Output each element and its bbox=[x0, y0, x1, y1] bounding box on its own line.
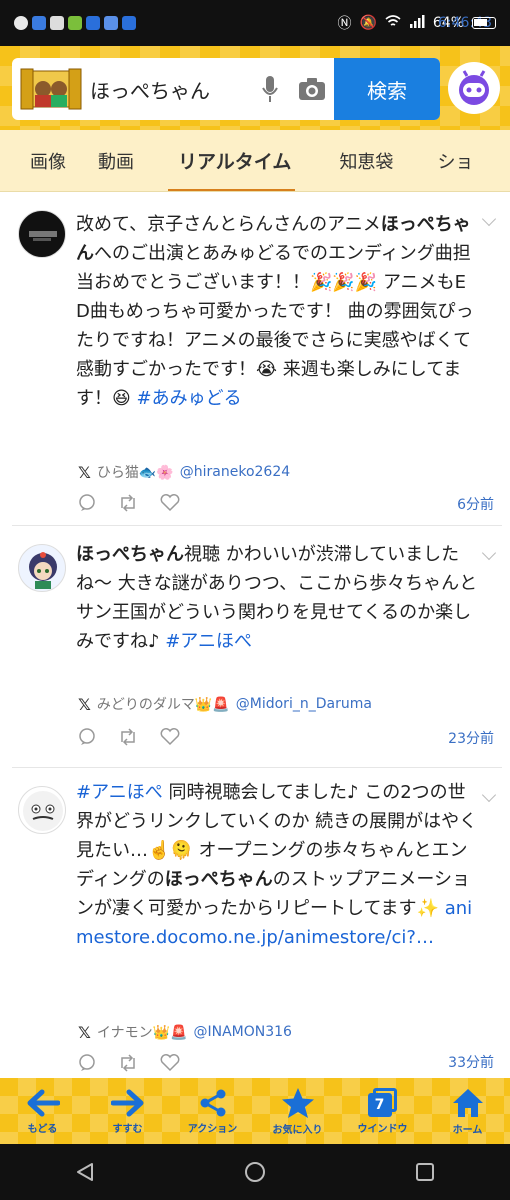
mute-icon: 🔕 bbox=[359, 15, 377, 31]
post-text: 改めて、京子さんとらんさんのアニメ bbox=[76, 214, 381, 235]
signal-icon bbox=[409, 14, 425, 32]
reply-icon[interactable] bbox=[78, 1054, 96, 1072]
chevron-down-icon[interactable] bbox=[481, 211, 497, 227]
system-nav-bar bbox=[0, 1144, 510, 1200]
tab-videos[interactable]: 動画 bbox=[80, 130, 148, 191]
hashtag-link[interactable]: #あみゅどる bbox=[137, 388, 242, 409]
x-logo-icon: 𝕏 bbox=[78, 694, 91, 714]
notification-icon bbox=[50, 16, 64, 30]
notification-icon bbox=[14, 16, 28, 30]
back-label: もどる bbox=[27, 1123, 58, 1135]
notification-icons bbox=[14, 16, 136, 30]
retweet-icon[interactable] bbox=[118, 494, 138, 512]
arrow-right-icon bbox=[110, 1089, 143, 1116]
reply-icon[interactable] bbox=[78, 728, 96, 746]
share-icon bbox=[200, 1089, 225, 1116]
post-item[interactable]: 改めて、京子さんとらんさんのアニメほっぺちゃんへのご出演とあみゅどるでのエンディ… bbox=[12, 192, 502, 526]
avatar[interactable] bbox=[18, 544, 66, 592]
action-button[interactable]: アクション bbox=[178, 1088, 248, 1135]
author-handle[interactable]: @INAMON316 bbox=[193, 1024, 291, 1040]
post-body: #アニほぺ 同時視聴会してました♪ この2つの世界がどうリンクしていくのか 続き… bbox=[76, 778, 478, 952]
search-input[interactable] bbox=[90, 77, 250, 101]
highlight-keyword: ほっぺちゃん bbox=[164, 869, 273, 890]
action-label: アクション bbox=[187, 1123, 238, 1135]
post-actions bbox=[78, 728, 180, 746]
notification-icon bbox=[122, 16, 136, 30]
tab-shopping[interactable]: ショ bbox=[407, 130, 487, 191]
wifi-icon bbox=[385, 14, 401, 32]
post-source[interactable]: 𝕏 ひら猫🐟🌸 @hiraneko2624 bbox=[78, 462, 290, 482]
like-icon[interactable] bbox=[160, 1054, 180, 1072]
post-time: 23分前 bbox=[448, 731, 494, 747]
notification-icon bbox=[86, 16, 100, 30]
post-actions bbox=[78, 494, 180, 512]
battery-icon bbox=[472, 17, 496, 29]
search-button[interactable]: 検索 bbox=[334, 58, 440, 120]
status-bar: 6:46:43 Ⓝ 🔕 64% bbox=[0, 0, 510, 46]
post-source[interactable]: 𝕏 みどりのダルマ👑🚨 @Midori_n_Daruma bbox=[78, 694, 372, 714]
tab-chiebukuro[interactable]: 知恵袋 bbox=[315, 130, 407, 191]
author-handle[interactable]: @hiraneko2624 bbox=[180, 464, 290, 480]
highlight-keyword: ほっぺちゃん bbox=[76, 544, 184, 565]
notification-icon bbox=[104, 16, 118, 30]
window-count: 7 bbox=[367, 1092, 392, 1117]
tab-bar: 画像 動画 リアルタイム 知恵袋 ショ bbox=[0, 130, 510, 192]
home-button[interactable]: ホーム bbox=[433, 1087, 503, 1136]
nav-recents-icon[interactable] bbox=[414, 1161, 436, 1183]
post-body: ほっぺちゃん視聴 かわいいが渋滞していましたね〜 大きな謎がありつつ、ここから歩… bbox=[76, 540, 478, 656]
like-icon[interactable] bbox=[160, 494, 180, 512]
author-name: みどりのダルマ👑🚨 bbox=[96, 697, 230, 713]
window-button[interactable]: 7 ウインドウ bbox=[348, 1087, 418, 1135]
post-time: 6分前 bbox=[457, 497, 494, 513]
post-item[interactable]: #アニほぺ 同時視聴会してました♪ この2つの世界がどうリンクしていくのか 続き… bbox=[12, 768, 502, 1078]
favorite-label: お気に入り bbox=[272, 1124, 323, 1136]
bottom-toolbar: もどる すすむ アクション お気に入り 7 ウインドウ ホーム bbox=[0, 1078, 510, 1144]
nfc-icon: Ⓝ bbox=[337, 16, 352, 32]
tab-images[interactable]: 画像 bbox=[0, 130, 80, 191]
x-logo-icon: 𝕏 bbox=[78, 462, 91, 482]
author-name: イナモン👑🚨 bbox=[96, 1025, 188, 1041]
assistant-icon[interactable] bbox=[448, 62, 500, 114]
retweet-icon[interactable] bbox=[118, 728, 138, 746]
reply-icon[interactable] bbox=[78, 494, 96, 512]
search-box: 検索 bbox=[12, 58, 440, 120]
window-label: ウインドウ bbox=[357, 1123, 408, 1135]
avatar[interactable] bbox=[18, 786, 66, 834]
window-icon: 7 bbox=[367, 1087, 399, 1118]
realtime-feed: 改めて、京子さんとらんさんのアニメほっぺちゃんへのご出演とあみゅどるでのエンディ… bbox=[0, 192, 510, 1078]
logo-icon[interactable] bbox=[12, 58, 90, 120]
tab-realtime[interactable]: リアルタイム bbox=[148, 130, 315, 191]
notification-icon bbox=[68, 16, 82, 30]
header: 検索 bbox=[0, 46, 510, 130]
home-icon bbox=[452, 1088, 483, 1117]
arrow-left-icon bbox=[27, 1089, 60, 1116]
forward-button[interactable]: すすむ bbox=[93, 1088, 163, 1135]
avatar[interactable] bbox=[18, 210, 66, 258]
post-body: 改めて、京子さんとらんさんのアニメほっぺちゃんへのご出演とあみゅどるでのエンディ… bbox=[76, 210, 478, 413]
back-button[interactable]: もどる bbox=[8, 1088, 78, 1135]
chevron-down-icon[interactable] bbox=[481, 545, 497, 561]
like-icon[interactable] bbox=[160, 728, 180, 746]
favorite-button[interactable]: お気に入り bbox=[263, 1087, 333, 1136]
x-logo-icon: 𝕏 bbox=[78, 1022, 91, 1042]
post-time: 33分前 bbox=[448, 1055, 494, 1071]
post-actions bbox=[78, 1054, 180, 1072]
post-item[interactable]: ほっぺちゃん視聴 かわいいが渋滞していましたね〜 大きな謎がありつつ、ここから歩… bbox=[12, 526, 502, 768]
mic-icon[interactable] bbox=[250, 74, 290, 104]
star-icon bbox=[281, 1087, 314, 1118]
chevron-down-icon[interactable] bbox=[481, 787, 497, 803]
home-label: ホーム bbox=[452, 1124, 483, 1136]
retweet-icon[interactable] bbox=[118, 1054, 138, 1072]
notification-icon bbox=[32, 16, 46, 30]
hashtag-link[interactable]: #アニほぺ bbox=[76, 782, 163, 803]
author-handle[interactable]: @Midori_n_Daruma bbox=[236, 696, 372, 712]
nav-back-icon[interactable] bbox=[74, 1161, 96, 1183]
hashtag-link[interactable]: #アニほぺ bbox=[165, 631, 252, 652]
nav-home-icon[interactable] bbox=[244, 1161, 266, 1183]
post-text: へのご出演とあみゅどるでのエンディング曲担当おめでとうございます！！🎉🎉🎉 アニ… bbox=[76, 243, 474, 409]
author-name: ひら猫🐟🌸 bbox=[96, 465, 174, 481]
camera-icon[interactable] bbox=[290, 77, 334, 101]
forward-label: すすむ bbox=[112, 1123, 143, 1135]
post-source[interactable]: 𝕏 イナモン👑🚨 @INAMON316 bbox=[78, 1022, 292, 1042]
